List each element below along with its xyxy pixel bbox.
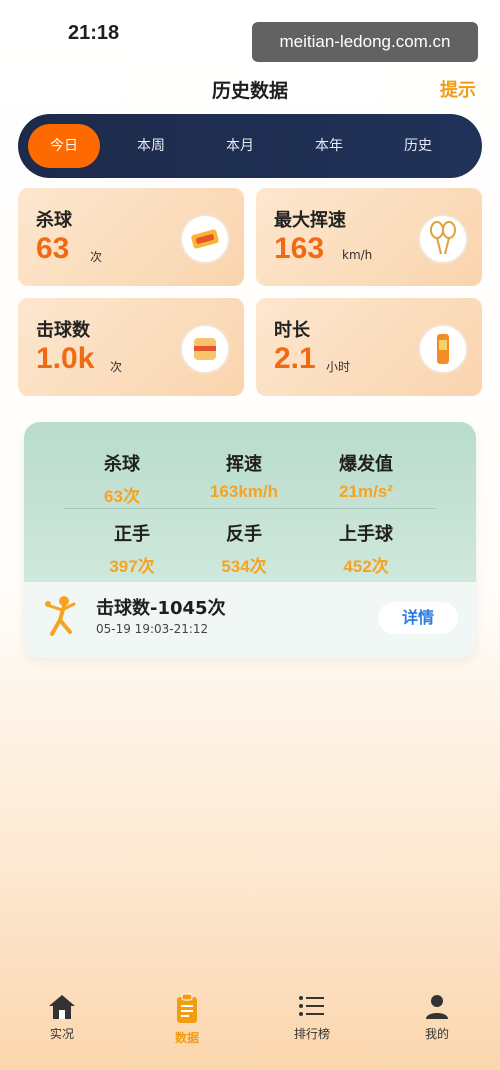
watermark: meitian-ledong.com.cn — [252, 22, 478, 62]
stat-overhead: 上手球 452次 — [296, 520, 436, 577]
tab-history[interactable]: 历史 — [378, 114, 458, 178]
card-label: 杀球 — [36, 210, 72, 231]
card-value: 1.0k — [36, 342, 95, 375]
smash-icon — [182, 216, 228, 262]
status-time: 21:18 — [68, 22, 120, 44]
card-value: 2.1 — [274, 342, 316, 375]
header: 历史数据 提示 — [0, 62, 500, 112]
nav-item-me[interactable]: 我的 — [397, 993, 477, 1042]
nav-label: 数据 — [174, 1031, 199, 1045]
card-unit: km/h — [342, 248, 373, 262]
card-value: 63 — [36, 232, 70, 265]
stat-swing: 挥速 163km/h — [174, 450, 314, 502]
stat-smash: 杀球 63次 — [52, 450, 192, 507]
session-summary: 杀球 63次 挥速 163km/h 爆发值 21m/s² 正手 397次 反手 … — [24, 422, 476, 658]
ranking-list-icon — [299, 996, 324, 1016]
stat-value: 534次 — [221, 557, 267, 576]
nav-item-live[interactable]: 实况 — [22, 993, 102, 1042]
stat-label: 上手球 — [339, 524, 393, 545]
shuttle-box-icon — [182, 326, 228, 372]
stat-label: 爆发值 — [339, 454, 393, 475]
card-label: 最大挥速 — [274, 210, 346, 231]
clipboard-icon — [177, 993, 197, 1023]
card-label: 时长 — [274, 320, 310, 341]
bottom-nav: 实况 数据 排行榜 我的 — [0, 985, 500, 1070]
status-bar: 21:18 meitian-ledong.com.cn — [0, 0, 500, 62]
duration-card[interactable]: 时长 2.1 小时 — [256, 298, 482, 396]
stat-value: 163km/h — [209, 482, 279, 501]
tab-today[interactable]: 今日 — [28, 124, 100, 168]
card-label: 击球数 — [36, 320, 90, 341]
card-unit: 次 — [110, 360, 123, 374]
stat-value: 21m/s² — [339, 482, 393, 501]
max-swing-card[interactable]: 最大挥速 163 km/h — [256, 188, 482, 286]
details-button[interactable]: 详情 — [378, 602, 458, 634]
stat-burst: 爆发值 21m/s² — [296, 450, 436, 502]
nav-label: 我的 — [424, 1027, 449, 1041]
period-tabs: 今日 本周 本月 本年 历史 — [18, 114, 482, 178]
racket-icon — [420, 216, 466, 262]
smash-card[interactable]: 杀球 63 次 — [18, 188, 244, 286]
nav-item-data[interactable]: 数据 — [147, 993, 227, 1046]
session-time: 05-19 19:03-21:12 — [96, 622, 209, 636]
tab-month[interactable]: 本月 — [200, 114, 280, 178]
nav-label: 排行榜 — [293, 1027, 330, 1041]
stat-label: 反手 — [226, 524, 262, 545]
nav-label: 实况 — [49, 1027, 74, 1041]
page-title: 历史数据 — [211, 80, 288, 102]
badminton-player-icon — [42, 594, 82, 642]
tip-button[interactable]: 提示 — [440, 76, 476, 102]
tab-year[interactable]: 本年 — [289, 114, 369, 178]
stat-label: 杀球 — [104, 454, 140, 475]
hits-card[interactable]: 击球数 1.0k 次 — [18, 298, 244, 396]
summary-stats: 杀球 63次 挥速 163km/h 爆发值 21m/s² 正手 397次 反手 … — [24, 422, 476, 582]
stat-value: 63次 — [104, 487, 140, 506]
tab-week[interactable]: 本周 — [111, 114, 191, 178]
divider — [64, 508, 436, 509]
user-icon — [426, 995, 448, 1019]
stat-label: 挥速 — [226, 454, 262, 475]
stat-backhand: 反手 534次 — [174, 520, 314, 577]
stat-value: 452次 — [343, 557, 389, 576]
card-unit: 小时 — [326, 360, 351, 374]
timer-icon — [420, 326, 466, 372]
session-title: 击球数-1045次 — [96, 598, 226, 619]
card-unit: 次 — [90, 250, 103, 264]
card-value: 163 — [274, 232, 325, 265]
home-icon — [49, 995, 75, 1019]
nav-item-ranking[interactable]: 排行榜 — [272, 993, 352, 1042]
